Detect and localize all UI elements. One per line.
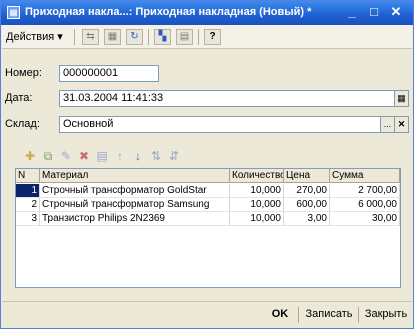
post-document-icon[interactable]: ⇆ [82, 29, 99, 45]
date-field[interactable]: 31.03.2004 11:41:33 ▦ [59, 90, 409, 107]
warehouse-value: Основной [63, 118, 114, 130]
cell-material[interactable]: Строчный трансформатор GoldStar [40, 184, 230, 198]
document-icon[interactable]: ▤ [7, 6, 20, 19]
cell-sum[interactable]: 30,00 [330, 212, 400, 226]
header-quantity[interactable]: Количество [230, 169, 284, 183]
clear-warehouse-button[interactable]: ✕ [394, 117, 408, 132]
cell-price[interactable]: 270,00 [284, 184, 330, 198]
number-field[interactable]: 000000001 [59, 65, 159, 82]
header-price[interactable]: Цена [284, 169, 330, 183]
toolbar-separator [74, 29, 75, 45]
document-movements-icon[interactable]: ▦ [104, 29, 121, 45]
toolbar: Действия ▾ ⇆ ▦ ↻ ▚ ▤ ? [2, 25, 412, 49]
cell-price[interactable]: 3,00 [284, 212, 330, 226]
cell-material[interactable]: Строчный трансформатор Samsung [40, 198, 230, 212]
cell-quantity[interactable]: 10,000 [230, 198, 284, 212]
table-row[interactable]: 3 Транзистор Philips 2N2369 10,000 3,00 … [16, 212, 400, 226]
cell-material[interactable]: Транзистор Philips 2N2369 [40, 212, 230, 226]
refresh-icon[interactable]: ↻ [126, 29, 143, 45]
date-label: Дата: [5, 92, 33, 104]
cell-quantity[interactable]: 10,000 [230, 184, 284, 198]
delete-row-icon[interactable]: ✖ [77, 149, 91, 163]
sort-descending-icon[interactable]: ⇵ [167, 149, 181, 163]
cell-price[interactable]: 600,00 [284, 198, 330, 212]
toolbar-separator [198, 29, 199, 45]
help-button[interactable]: ? [204, 29, 221, 45]
actions-menu[interactable]: Действия ▾ [6, 30, 63, 43]
maximize-button[interactable]: □ [365, 4, 383, 21]
table-toolbar: ✚ ⧉ ✎ ✖ ▤ ↑ ↓ ⇅ ⇵ [23, 147, 243, 167]
cell-n[interactable]: 1 [16, 184, 40, 198]
add-row-icon[interactable]: ✚ [23, 149, 37, 163]
structure-icon[interactable]: ▚ [154, 29, 171, 45]
bottom-button-bar: OK Записать Закрыть [2, 301, 412, 327]
end-edit-icon[interactable]: ▤ [95, 149, 109, 163]
header-material[interactable]: Материал [40, 169, 230, 183]
print-icon[interactable]: ▤ [176, 29, 193, 45]
save-button[interactable]: Записать [302, 306, 356, 324]
document-window: ▤ Приходная накла...: Приходная накладна… [0, 0, 414, 329]
toolbar-separator [148, 29, 149, 45]
materials-table[interactable]: N Материал Количество Цена Сумма 1 Строч… [15, 168, 401, 288]
table-row[interactable]: 1 Строчный трансформатор GoldStar 10,000… [16, 184, 400, 198]
close-button[interactable]: ✕ [387, 4, 405, 21]
table-row[interactable]: 2 Строчный трансформатор Samsung 10,000 … [16, 198, 400, 212]
window-title: Приходная накла...: Приходная накладная … [25, 6, 312, 18]
move-down-icon[interactable]: ↓ [131, 149, 145, 163]
cell-quantity[interactable]: 10,000 [230, 212, 284, 226]
ok-button[interactable]: OK [264, 306, 296, 324]
table-header: N Материал Количество Цена Сумма [16, 169, 400, 183]
sort-ascending-icon[interactable]: ⇅ [149, 149, 163, 163]
cell-n[interactable]: 2 [16, 198, 40, 212]
date-value: 31.03.2004 11:41:33 [63, 92, 164, 104]
cell-sum[interactable]: 6 000,00 [330, 198, 400, 212]
select-warehouse-button[interactable]: ... [380, 117, 394, 132]
number-label: Номер: [5, 67, 42, 79]
button-separator [298, 307, 299, 323]
cell-sum[interactable]: 2 700,00 [330, 184, 400, 198]
move-up-icon[interactable]: ↑ [113, 149, 127, 163]
button-separator [358, 307, 359, 323]
header-n[interactable]: N [16, 169, 40, 183]
copy-row-icon[interactable]: ⧉ [41, 149, 55, 163]
close-form-button[interactable]: Закрыть [360, 306, 412, 324]
minimize-button[interactable]: _ [343, 4, 361, 21]
calendar-icon[interactable]: ▦ [394, 91, 408, 106]
cell-n[interactable]: 3 [16, 212, 40, 226]
warehouse-field[interactable]: Основной ... ✕ [59, 116, 409, 133]
edit-row-icon[interactable]: ✎ [59, 149, 73, 163]
warehouse-label: Склад: [5, 118, 40, 130]
title-bar[interactable]: ▤ Приходная накла...: Приходная накладна… [1, 1, 413, 25]
header-sum[interactable]: Сумма [330, 169, 400, 183]
